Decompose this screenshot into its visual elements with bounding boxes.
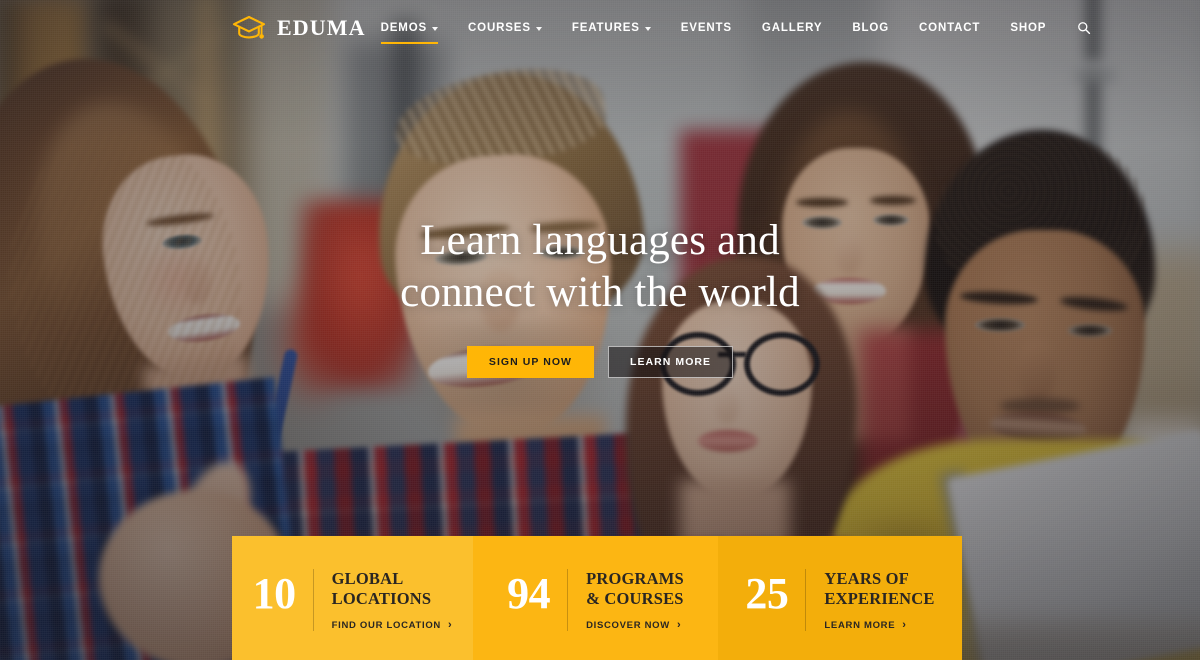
stat-link-find-our-location[interactable]: FIND OUR LOCATION › [331, 619, 453, 632]
stat-number: 25 [745, 568, 789, 618]
logo-text: EDUMA [277, 15, 366, 40]
nav-item-courses[interactable]: COURSES [453, 4, 557, 52]
stat-link-label: DISCOVER NOW [586, 620, 670, 632]
stat-link-label: LEARN MORE [824, 620, 896, 632]
nav-label: CONTACT [919, 22, 981, 34]
nav-item-blog[interactable]: BLOG [837, 4, 904, 52]
stat-card-years-experience[interactable]: 25 YEARS OF EXPERIENCE LEARN MORE › [718, 536, 962, 660]
stat-label: GLOBAL LOCATIONS [331, 568, 432, 608]
stat-card-programs-courses[interactable]: 94 PROGRAMS & COURSES DISCOVER NOW › [473, 536, 718, 660]
graduation-cap-icon [232, 14, 266, 42]
stat-label: PROGRAMS & COURSES [586, 568, 684, 608]
chevron-right-icon: › [447, 619, 453, 632]
nav-label: BLOG [852, 22, 889, 34]
stat-link-discover-now[interactable]: DISCOVER NOW › [586, 619, 684, 632]
hero-content: Learn languages and connect with the wor… [0, 215, 1200, 379]
chevron-down-icon [432, 26, 439, 31]
learn-more-button[interactable]: LEARN MORE [608, 345, 734, 379]
nav-label: DEMOS [380, 22, 428, 34]
nav-label: EVENTS [680, 22, 732, 34]
nav-label: COURSES [468, 22, 531, 34]
hero-title-line-2: connect with the world [400, 269, 800, 317]
main-navigation: DEMOS COURSES FEATURES EVENTS GALLERY BL… [366, 3, 1200, 53]
stat-link-learn-more[interactable]: LEARN MORE › [824, 619, 934, 632]
site-header: EDUMA DEMOS COURSES FEATURES EVENTS GALL… [0, 0, 1200, 56]
hero-title-line-1: Learn languages and [420, 217, 780, 264]
nav-item-demos[interactable]: DEMOS [366, 4, 453, 52]
stats-bar: 10 GLOBAL LOCATIONS FIND OUR LOCATION › … [232, 536, 962, 660]
site-logo[interactable]: EDUMA [232, 14, 366, 42]
chevron-right-icon: › [902, 619, 907, 632]
nav-item-features[interactable]: FEATURES [557, 4, 666, 52]
sign-up-now-button[interactable]: SIGN UP NOW [466, 345, 595, 379]
stat-number: 94 [507, 568, 551, 618]
hero-title: Learn languages and connect with the wor… [0, 215, 1200, 320]
stat-number: 10 [252, 568, 297, 618]
nav-label: FEATURES [571, 22, 640, 34]
search-icon[interactable] [1061, 3, 1101, 53]
stat-card-global-locations[interactable]: 10 GLOBAL LOCATIONS FIND OUR LOCATION › [232, 536, 473, 660]
hero-buttons: SIGN UP NOW LEARN MORE [0, 345, 1200, 379]
nav-label: SHOP [1010, 22, 1047, 34]
nav-label: GALLERY [761, 22, 823, 34]
stat-link-label: FIND OUR LOCATION [331, 620, 441, 632]
nav-item-contact[interactable]: CONTACT [904, 4, 995, 52]
nav-item-events[interactable]: EVENTS [666, 4, 747, 52]
chevron-down-icon [644, 26, 651, 31]
chevron-down-icon [535, 26, 542, 31]
nav-item-gallery[interactable]: GALLERY [747, 4, 837, 52]
chevron-right-icon: › [676, 619, 682, 632]
nav-item-shop[interactable]: SHOP [995, 4, 1061, 52]
stat-label: YEARS OF EXPERIENCE [824, 568, 935, 608]
